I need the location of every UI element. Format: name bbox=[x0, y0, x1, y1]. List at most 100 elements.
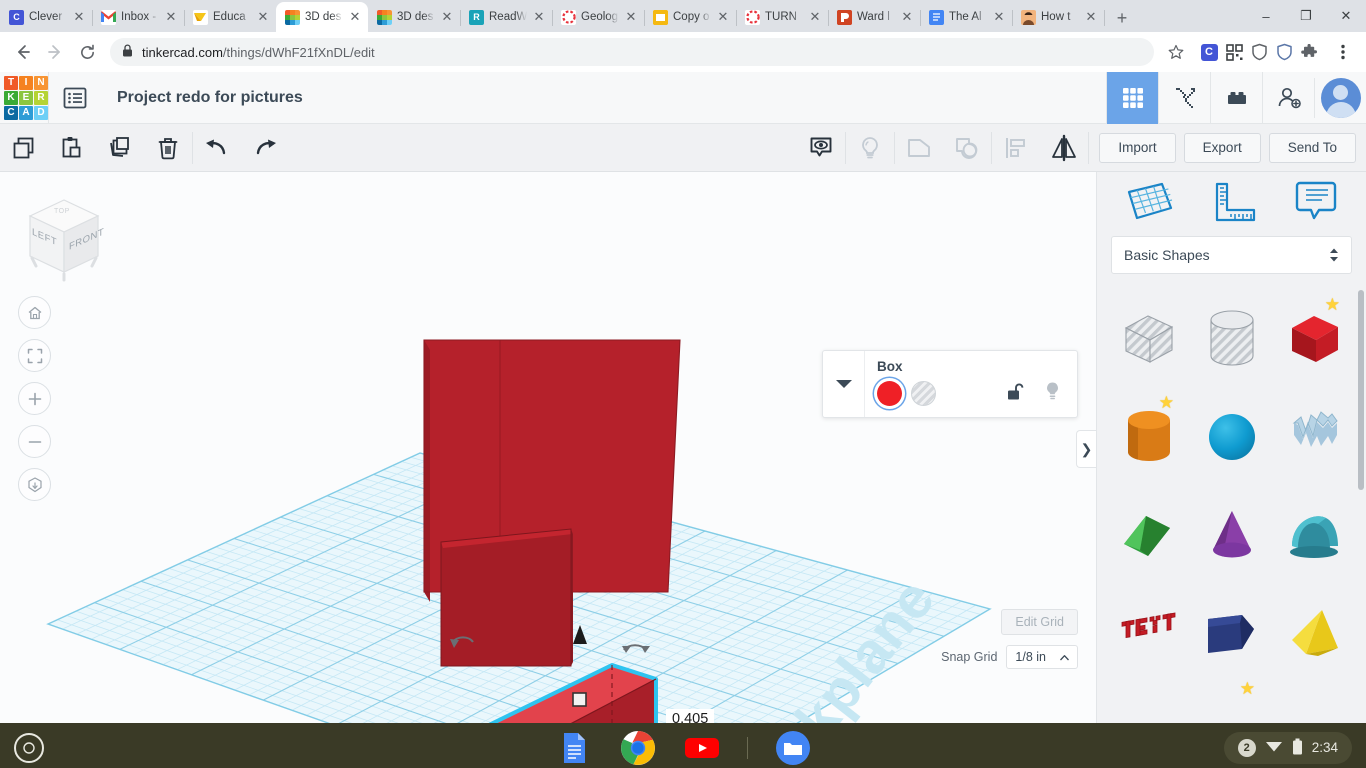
workplane-tool-icon[interactable] bbox=[1124, 180, 1176, 227]
export-button[interactable]: Export bbox=[1183, 132, 1261, 163]
shape-panel-scrollbar[interactable] bbox=[1358, 290, 1364, 490]
maximize-window-button[interactable]: ❐ bbox=[1286, 0, 1326, 32]
paste-icon[interactable] bbox=[48, 124, 96, 172]
back-button[interactable] bbox=[8, 37, 38, 67]
unlock-icon[interactable] bbox=[1007, 382, 1024, 406]
view-cube-top-label[interactable]: TOP bbox=[54, 208, 70, 215]
favorite-star-icon[interactable]: ★ bbox=[1159, 394, 1174, 411]
browser-tab[interactable]: 3D des ✕ bbox=[368, 2, 461, 32]
new-tab-button[interactable]: + bbox=[1108, 4, 1136, 32]
panel-toggle-button[interactable]: ❯ bbox=[1076, 430, 1096, 468]
browser-tab[interactable]: Copy o ✕ bbox=[644, 2, 737, 32]
battery-icon[interactable] bbox=[1292, 738, 1303, 758]
close-tab-icon[interactable]: ✕ bbox=[1084, 10, 1098, 24]
close-tab-icon[interactable]: ✕ bbox=[164, 10, 178, 24]
browser-tab[interactable]: Ward l ✕ bbox=[828, 2, 921, 32]
google-docs-app[interactable] bbox=[555, 729, 593, 767]
perspective-toggle-button[interactable] bbox=[18, 468, 51, 501]
qr-code-icon[interactable] bbox=[1223, 41, 1245, 63]
three-dot-menu-icon[interactable] bbox=[1328, 37, 1358, 67]
add-person-icon[interactable] bbox=[1262, 71, 1314, 124]
import-button[interactable]: Import bbox=[1099, 132, 1176, 163]
view-cube[interactable]: LEFT FRONT TOP bbox=[18, 194, 110, 282]
box-hole-shape[interactable] bbox=[1107, 290, 1190, 388]
notification-count-badge[interactable]: 2 bbox=[1237, 738, 1256, 757]
inspector-collapse-button[interactable] bbox=[823, 351, 865, 417]
youtube-app[interactable] bbox=[683, 729, 721, 767]
note-tool-icon[interactable] bbox=[1292, 179, 1340, 228]
text-shape[interactable] bbox=[1107, 584, 1190, 682]
cylinder-shape[interactable]: ★ bbox=[1107, 388, 1190, 486]
clever-extension-icon[interactable]: C bbox=[1198, 41, 1220, 63]
wifi-icon[interactable] bbox=[1265, 739, 1283, 756]
sphere-shape[interactable] bbox=[1190, 388, 1273, 486]
dimension-label-height[interactable]: 0.405 bbox=[666, 709, 715, 723]
edit-grid-button[interactable]: Edit Grid bbox=[1001, 609, 1078, 635]
chrome-app[interactable] bbox=[619, 729, 657, 767]
polygon-shape[interactable] bbox=[1190, 584, 1273, 682]
zoom-in-button[interactable] bbox=[18, 382, 51, 415]
round-roof-shape[interactable] bbox=[1273, 486, 1356, 584]
shield-icon[interactable] bbox=[1248, 41, 1270, 63]
minimize-window-button[interactable]: – bbox=[1246, 0, 1286, 32]
lego-brick-icon[interactable] bbox=[1210, 71, 1262, 124]
delete-icon[interactable] bbox=[144, 124, 192, 172]
close-tab-icon[interactable]: ✕ bbox=[624, 10, 638, 24]
close-tab-icon[interactable]: ✕ bbox=[532, 10, 546, 24]
browser-tab[interactable]: TURN ✕ bbox=[736, 2, 829, 32]
cone-shape[interactable] bbox=[1190, 486, 1273, 584]
snap-grid-select[interactable]: 1/8 in bbox=[1006, 645, 1078, 669]
box-shape[interactable]: ★ bbox=[1273, 290, 1356, 388]
browser-tab[interactable]: C Clever ✕ bbox=[0, 2, 93, 32]
minecraft-pickaxe-icon[interactable] bbox=[1158, 71, 1210, 124]
undo-icon[interactable] bbox=[193, 124, 241, 172]
close-tab-icon[interactable]: ✕ bbox=[440, 10, 454, 24]
duplicate-icon[interactable] bbox=[96, 124, 144, 172]
close-window-button[interactable]: ✕ bbox=[1326, 0, 1366, 32]
browser-tab[interactable]: Inbox - ✕ bbox=[92, 2, 185, 32]
files-app[interactable] bbox=[774, 729, 812, 767]
clock-time[interactable]: 2:34 bbox=[1312, 740, 1338, 755]
show-hide-icon[interactable] bbox=[797, 124, 845, 172]
copy-icon[interactable] bbox=[0, 124, 48, 172]
bookmark-star-icon[interactable] bbox=[1162, 38, 1190, 66]
browser-tab[interactable]: R ReadW ✕ bbox=[460, 2, 553, 32]
browser-tab[interactable]: Geolog ✕ bbox=[552, 2, 645, 32]
design-viewport[interactable]: Workplane bbox=[0, 172, 1096, 723]
puzzle-extensions-icon[interactable] bbox=[1298, 41, 1320, 63]
home-view-button[interactable] bbox=[18, 296, 51, 329]
hole-swatch[interactable] bbox=[911, 381, 936, 406]
browser-tab[interactable]: How t ✕ bbox=[1012, 2, 1105, 32]
ruler-tool-icon[interactable] bbox=[1209, 180, 1259, 227]
send-to-button[interactable]: Send To bbox=[1268, 132, 1356, 163]
browser-tab[interactable]: 3D des ✕ bbox=[276, 2, 368, 32]
close-tab-icon[interactable]: ✕ bbox=[900, 10, 914, 24]
solid-color-swatch[interactable] bbox=[877, 381, 902, 406]
scribble-shape[interactable] bbox=[1273, 388, 1356, 486]
close-tab-icon[interactable]: ✕ bbox=[808, 10, 822, 24]
mirror-icon[interactable] bbox=[1040, 124, 1088, 172]
project-list-button[interactable] bbox=[49, 72, 101, 124]
close-tab-icon[interactable]: ✕ bbox=[992, 10, 1006, 24]
cylinder-hole-shape[interactable] bbox=[1190, 290, 1273, 388]
3d-design-icon[interactable] bbox=[1106, 71, 1158, 124]
lightbulb-icon[interactable] bbox=[1044, 381, 1061, 406]
fit-to-view-button[interactable] bbox=[18, 339, 51, 372]
favorite-star-icon[interactable]: ★ bbox=[1325, 296, 1340, 313]
address-bar[interactable]: tinkercad.com/things/dWhF21fXnDL/edit bbox=[110, 38, 1154, 66]
tinkercad-logo[interactable]: TIN KER CAD bbox=[4, 75, 48, 120]
close-tab-icon[interactable]: ✕ bbox=[348, 10, 362, 24]
browser-tab[interactable]: Educa ✕ bbox=[184, 2, 276, 32]
pyramid-shape[interactable] bbox=[1273, 584, 1356, 682]
redo-icon[interactable] bbox=[241, 124, 289, 172]
close-tab-icon[interactable]: ✕ bbox=[256, 10, 270, 24]
close-tab-icon[interactable]: ✕ bbox=[72, 10, 86, 24]
shield-blue-icon[interactable] bbox=[1273, 41, 1295, 63]
browser-tab[interactable]: The Al ✕ bbox=[920, 2, 1013, 32]
user-avatar-button[interactable] bbox=[1314, 77, 1366, 118]
reload-button[interactable] bbox=[72, 37, 102, 67]
favorite-star-icon[interactable]: ★ bbox=[1240, 680, 1255, 697]
forward-button[interactable] bbox=[40, 37, 70, 67]
zoom-out-button[interactable] bbox=[18, 425, 51, 458]
close-tab-icon[interactable]: ✕ bbox=[716, 10, 730, 24]
